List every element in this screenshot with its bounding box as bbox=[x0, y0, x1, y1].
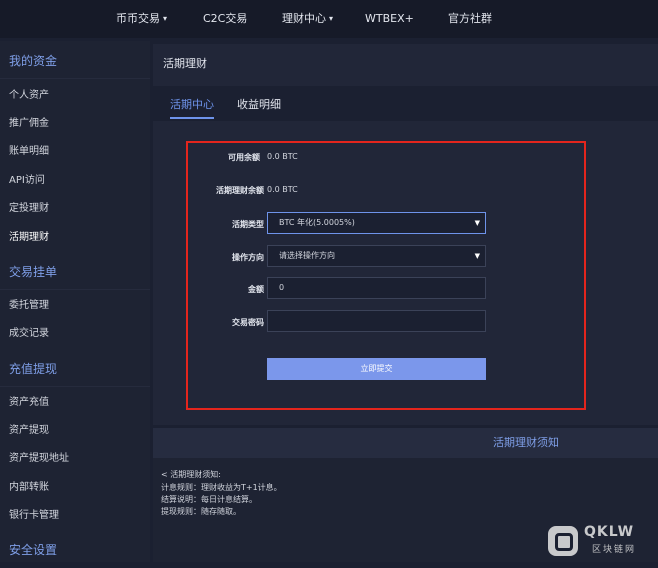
invested-balance-label: 活期理财余额 bbox=[216, 186, 264, 195]
page-title: 活期理财 bbox=[163, 57, 207, 70]
sidebar-item-bank-cards[interactable]: 银行卡管理 bbox=[0, 502, 150, 530]
direction-placeholder: 请选择操作方向 bbox=[279, 251, 335, 260]
notice-line: 计息规则：理财收益为T+1计息。 bbox=[161, 483, 282, 492]
amount-label: 金额 bbox=[248, 285, 264, 294]
product-type-select[interactable]: BTC 年化(5.0005%) ▼ bbox=[267, 212, 486, 234]
sidebar-section-deposit: 充值提现 bbox=[0, 351, 150, 387]
nav-c2c-trade-label: C2C交易 bbox=[203, 12, 248, 25]
invested-balance-value: 0.0 BTC bbox=[267, 185, 298, 194]
sidebar-item-referral[interactable]: 推广佣金 bbox=[0, 110, 150, 138]
dropdown-arrow-icon: ▼ bbox=[474, 219, 480, 227]
amount-input[interactable]: 0 bbox=[267, 277, 486, 299]
nav-wtbex-plus-label: WTBEX+ bbox=[365, 12, 414, 25]
watermark-badge-icon bbox=[548, 526, 578, 556]
dropdown-arrow-icon: ▼ bbox=[474, 252, 480, 260]
available-balance-label: 可用余额 bbox=[228, 153, 260, 162]
watermark-logo: QKLW 区块链网 bbox=[548, 524, 656, 558]
sidebar-item-api[interactable]: API访问 bbox=[0, 167, 150, 195]
sidebar-section-assets: 我的资金 bbox=[0, 43, 150, 79]
tab-earnings-details[interactable]: 收益明细 bbox=[237, 96, 281, 117]
direction-select[interactable]: 请选择操作方向 ▼ bbox=[267, 245, 486, 267]
sidebar-item-personal-assets[interactable]: 个人资产 bbox=[0, 82, 150, 110]
sidebar-item-deposit[interactable]: 资产充值 bbox=[0, 389, 150, 417]
top-navigation: 币币交易 ▾ C2C交易 理财中心 ▾ WTBEX+ 官方社群 bbox=[0, 0, 658, 38]
sidebar: 我的资金 个人资产 推广佣金 账单明细 API访问 定投理财 活期理财 交易挂单… bbox=[0, 41, 150, 562]
watermark-subtitle: 区块链网 bbox=[592, 545, 637, 555]
sidebar-item-fixed-invest[interactable]: 定投理财 bbox=[0, 195, 150, 223]
available-balance-value: 0.0 BTC bbox=[267, 152, 298, 161]
nav-coin-trade-label: 币币交易 bbox=[116, 12, 160, 25]
product-type-label: 活期类型 bbox=[232, 220, 264, 229]
trade-password-label: 交易密码 bbox=[232, 318, 264, 327]
nav-coin-trade[interactable]: 币币交易 ▾ bbox=[116, 0, 167, 38]
sidebar-item-withdraw[interactable]: 资产提现 bbox=[0, 417, 150, 445]
direction-label: 操作方向 bbox=[232, 253, 264, 262]
notice-line: 提现规则：随存随取。 bbox=[161, 507, 241, 516]
notice-line: 结算说明：每日计息结算。 bbox=[161, 495, 257, 504]
sidebar-item-internal-transfer[interactable]: 内部转账 bbox=[0, 474, 150, 502]
nav-community-label: 官方社群 bbox=[448, 12, 492, 25]
tab-bar: 活期中心 收益明细 bbox=[153, 86, 658, 121]
sidebar-item-orders-manage[interactable]: 委托管理 bbox=[0, 292, 150, 320]
sidebar-section-security: 安全设置 bbox=[9, 543, 58, 557]
sidebar-item-bills[interactable]: 账单明细 bbox=[0, 138, 150, 166]
nav-community[interactable]: 官方社群 bbox=[448, 0, 492, 38]
nav-c2c-trade[interactable]: C2C交易 bbox=[203, 0, 247, 38]
tab-flexible-center[interactable]: 活期中心 bbox=[170, 96, 214, 119]
amount-value: 0 bbox=[279, 283, 285, 292]
notice-title: 活期理财须知 bbox=[493, 436, 559, 449]
sidebar-item-flexible-invest[interactable]: 活期理财 bbox=[0, 224, 150, 252]
trade-password-input[interactable] bbox=[267, 310, 486, 332]
nav-finance-center[interactable]: 理财中心 ▾ bbox=[282, 0, 333, 38]
sidebar-item-withdraw-address[interactable]: 资产提现地址 bbox=[0, 445, 150, 473]
notice-header: 活期理财须知 bbox=[153, 428, 658, 458]
notice-line: < 活期理财须知: bbox=[161, 470, 221, 479]
submit-button[interactable]: 立即提交 bbox=[267, 358, 486, 380]
watermark-brand: QKLW bbox=[584, 524, 635, 540]
nav-finance-center-label: 理财中心 bbox=[282, 12, 326, 25]
product-type-value: BTC 年化(5.0005%) bbox=[279, 218, 355, 227]
nav-wtbex-plus[interactable]: WTBEX+ bbox=[365, 0, 414, 38]
sidebar-section-orders: 交易挂单 bbox=[0, 254, 150, 290]
sidebar-item-trade-records[interactable]: 成交记录 bbox=[0, 320, 150, 348]
chevron-down-icon: ▾ bbox=[329, 14, 334, 23]
chevron-down-icon: ▾ bbox=[163, 14, 168, 23]
content-header: 活期理财 bbox=[153, 44, 658, 86]
